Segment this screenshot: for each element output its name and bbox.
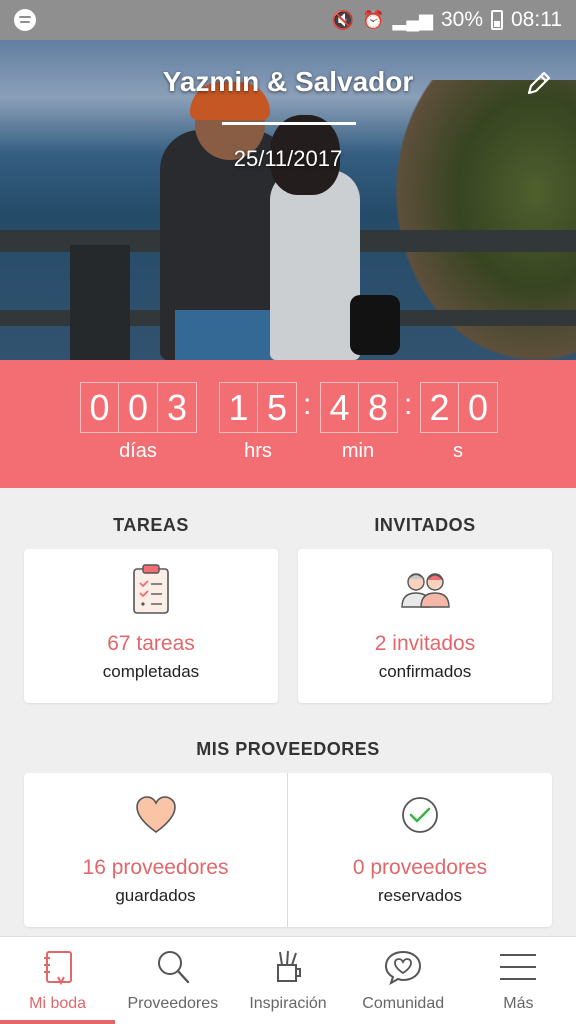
colon-separator: :	[404, 388, 413, 421]
days-counter: 0 0 3	[80, 382, 197, 433]
seconds-counter: 2 0	[420, 382, 498, 433]
saved-vendors-label: guardados	[115, 886, 196, 905]
days-digit: 3	[158, 382, 197, 433]
nav-mas[interactable]: Más	[461, 937, 576, 1024]
days-digit: 0	[80, 382, 119, 433]
guests-count: 2 invitados	[374, 632, 476, 655]
seconds-digit: 0	[459, 382, 498, 433]
card-divider	[287, 773, 288, 927]
tasks-status: completadas	[102, 662, 200, 681]
minutes-digit: 8	[359, 382, 398, 433]
heart-icon	[135, 796, 176, 833]
hours-label: hrs	[244, 440, 272, 462]
nav-proveedores[interactable]: Proveedores	[115, 937, 230, 1024]
days-digit: 0	[119, 382, 158, 433]
seconds-digit: 2	[420, 382, 459, 433]
mute-icon: 🔇	[331, 10, 355, 30]
spotify-icon	[14, 9, 36, 31]
vendors-card: 16 proveedores guardados 0 proveedores r…	[24, 773, 552, 927]
guests-heading: INVITADOS	[374, 515, 476, 535]
menu-icon	[500, 954, 537, 980]
booked-vendors[interactable]: 0 proveedores reservados	[288, 773, 552, 927]
battery-icon	[491, 10, 503, 30]
booked-vendors-label: reservados	[377, 886, 463, 905]
search-icon	[157, 951, 189, 984]
colon-separator: :	[303, 388, 312, 421]
nav-inspiracion[interactable]: Inspiración	[230, 937, 345, 1024]
saved-vendors[interactable]: 16 proveedores guardados	[24, 773, 287, 927]
nav-label: Proveedores	[127, 995, 219, 1012]
status-bar: 🔇 ⏰ ▂▄▆ 30% 08:11	[0, 0, 576, 40]
nav-label: Mi boda	[29, 995, 87, 1012]
clock: 08:11	[511, 8, 562, 31]
wedding-date: 25/11/2017	[233, 146, 343, 171]
guests-icon	[401, 573, 450, 608]
nav-mi-boda[interactable]: Mi boda	[0, 937, 116, 1024]
nav-label: Inspiración	[249, 995, 327, 1012]
clipboard-icon	[133, 564, 169, 614]
tasks-count: 67 tareas	[107, 632, 195, 655]
title-underline	[222, 122, 356, 125]
guests-status: confirmados	[378, 662, 472, 681]
hours-digit: 5	[258, 382, 297, 433]
nav-label: Más	[503, 995, 534, 1012]
minutes-counter: 4 8	[320, 382, 398, 433]
nav-comunidad[interactable]: Comunidad	[346, 937, 461, 1024]
check-circle-icon	[402, 797, 438, 833]
notebook-icon	[43, 951, 72, 986]
nav-label: Comunidad	[362, 995, 445, 1012]
vendors-heading: MIS PROVEEDORES	[196, 739, 380, 759]
tasks-heading: TAREAS	[113, 515, 189, 535]
hours-digit: 1	[219, 382, 258, 433]
countdown-banner: 0 0 3 1 5 : 4 8 : 2 0 días hrs min s	[0, 360, 576, 488]
couple-names: Yazmin & Salvador	[162, 66, 414, 97]
minutes-digit: 4	[320, 382, 359, 433]
pencil-icon[interactable]	[524, 68, 554, 98]
signal-icon: ▂▄▆	[392, 10, 433, 30]
booked-vendors-count: 0 proveedores	[352, 856, 488, 879]
inspiration-cup-icon	[277, 950, 301, 982]
chat-heart-icon	[385, 950, 422, 986]
seconds-label: s	[453, 440, 463, 462]
saved-vendors-count: 16 proveedores	[82, 856, 229, 879]
alarm-icon: ⏰	[362, 10, 385, 30]
battery-percent: 30%	[440, 8, 483, 31]
days-label: días	[119, 440, 157, 462]
hours-counter: 1 5	[219, 382, 297, 433]
minutes-label: min	[341, 440, 375, 462]
guests-card[interactable]: 2 invitados confirmados	[298, 549, 552, 703]
bottom-nav: Mi boda Proveedores Inspiración Comunida…	[0, 936, 576, 1024]
tasks-card[interactable]: 67 tareas completadas	[24, 549, 278, 703]
